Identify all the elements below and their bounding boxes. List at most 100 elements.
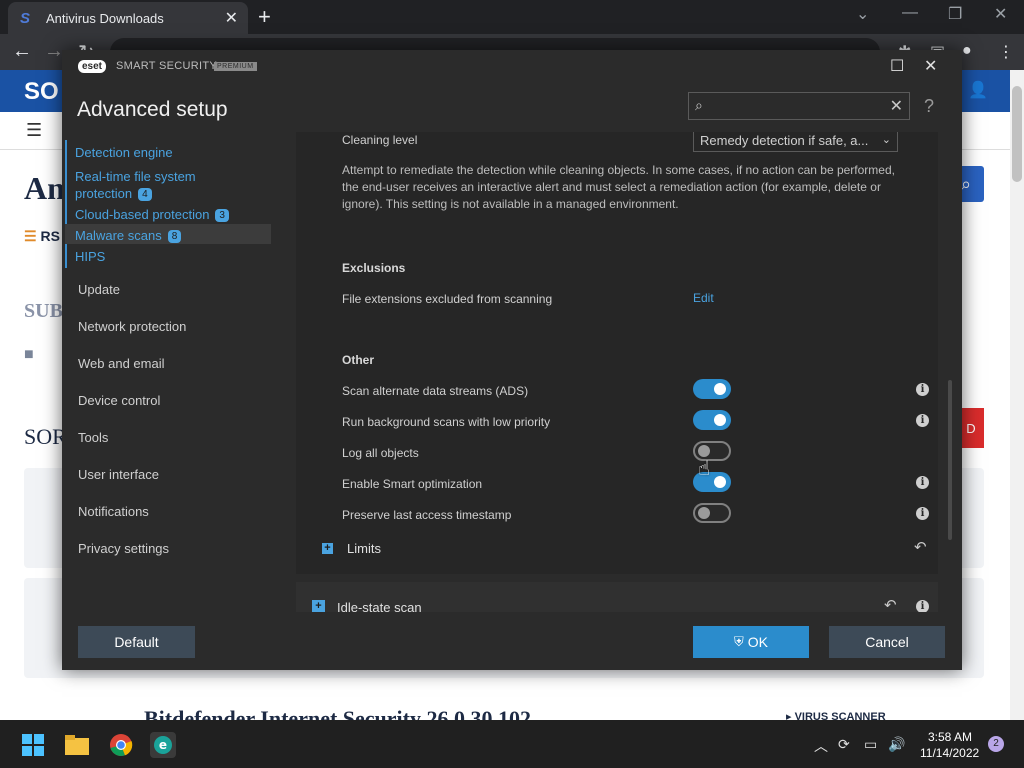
page-scrollbar-thumb[interactable] [1012, 86, 1022, 182]
scan-ads-toggle[interactable] [693, 379, 731, 399]
info-icon[interactable]: i [916, 476, 929, 489]
search-icon: ⌕ [695, 97, 703, 113]
tab-title: Antivirus Downloads [46, 10, 164, 26]
sync-icon[interactable]: ⟳ [838, 736, 850, 753]
sidebar-item-notifications[interactable]: Notifications [78, 504, 149, 519]
sidebar-item-malware-scans[interactable]: Malware scans 8 [75, 227, 182, 244]
back-icon[interactable]: ← [12, 40, 32, 63]
settings-content: Cleaning level Remedy detection if safe,… [296, 132, 938, 612]
svg-text:e: e [159, 738, 167, 752]
site-user-icon[interactable]: 👤 [968, 80, 988, 100]
toggle-knob [714, 476, 726, 488]
cleaning-level-label: Cleaning level [342, 133, 418, 147]
revert-icon[interactable]: ↶ [914, 538, 927, 556]
site-favicon-icon: S [20, 10, 31, 27]
sidebar-item-network-protection[interactable]: Network protection [78, 319, 186, 334]
malware-scans-panel: Cleaning level Remedy detection if safe,… [296, 132, 938, 574]
info-icon[interactable]: i [916, 507, 929, 520]
toggle-knob [714, 383, 726, 395]
option-label: Scan alternate data streams (ADS) [342, 384, 529, 398]
option-label: Preserve last access timestamp [342, 508, 512, 522]
exclusions-heading: Exclusions [342, 261, 406, 275]
new-tab-button[interactable]: + [258, 4, 271, 30]
menu-dots-icon[interactable]: ⋮ [998, 42, 1014, 62]
minimize-icon[interactable]: — [902, 4, 918, 22]
restore-icon[interactable]: ❐ [948, 4, 962, 24]
sidebar-item-detection-engine[interactable]: Detection engine [75, 144, 173, 161]
sidebar-item-cloud-protection[interactable]: Cloud-based protection 3 [75, 206, 229, 223]
maximize-icon[interactable]: ☐ [890, 56, 904, 76]
site-sub-heading: SUB [24, 300, 63, 322]
toggle-knob [698, 507, 710, 519]
cleaning-level-value: Remedy detection if safe, a... [700, 133, 869, 148]
sidebar-item-update[interactable]: Update [78, 282, 120, 297]
site-page-title: An [24, 170, 65, 206]
sidebar-item-tools[interactable]: Tools [78, 430, 108, 445]
site-menu-icon[interactable]: ☰ [26, 120, 42, 141]
sidebar-item-hips[interactable]: HIPS [75, 248, 105, 265]
preserve-timestamp-toggle[interactable] [693, 503, 731, 523]
browser-tab-antivirus-downloads[interactable]: S Antivirus Downloads ✕ [8, 2, 248, 34]
count-badge: 4 [138, 188, 152, 202]
cleaning-level-select[interactable]: Remedy detection if safe, a... ⌄ [693, 132, 898, 152]
tab-search-chevron-icon[interactable]: ⌄ [856, 4, 869, 24]
mouse-pointer-icon: ☝ [698, 458, 711, 480]
windows-taskbar: e ︿ ⟳ ▭ 🔊 3:58 AM 11/14/2022 2 [0, 720, 1024, 768]
edit-exclusions-link[interactable]: Edit [693, 291, 714, 305]
site-folder-icon: ■ [24, 346, 34, 363]
settings-sidebar: Detection engine Real-time file system p… [62, 132, 282, 612]
dialog-footer: Default ⛨ OK Cancel [62, 612, 962, 670]
site-sor-heading: SOR [24, 424, 67, 449]
close-dialog-icon[interactable]: ✕ [924, 56, 937, 76]
ok-label: OK [747, 634, 768, 650]
ok-button[interactable]: ⛨ OK [693, 626, 809, 658]
tab-close-icon[interactable]: ✕ [225, 8, 238, 28]
forward-icon[interactable]: → [44, 40, 64, 63]
info-icon[interactable]: i [916, 383, 929, 396]
file-explorer-icon[interactable] [64, 732, 90, 758]
dialog-titlebar[interactable]: eset SMART SECURITY PREMIUM ☐ ✕ [62, 50, 962, 82]
close-window-icon[interactable]: ✕ [994, 4, 1007, 24]
other-heading: Other [342, 353, 375, 367]
clear-search-icon[interactable]: ✕ [890, 96, 903, 116]
limits-section[interactable]: Limits [347, 541, 381, 556]
count-badge: 3 [215, 209, 229, 223]
sidebar-item-user-interface[interactable]: User interface [78, 467, 159, 482]
sidebar-item-label: protection [75, 186, 133, 201]
site-logo[interactable]: SO [24, 78, 59, 106]
eset-logo: eset [78, 60, 107, 73]
clock-date[interactable]: 11/14/2022 [920, 746, 979, 760]
default-button[interactable]: Default [78, 626, 195, 658]
count-badge: 8 [167, 230, 182, 244]
sidebar-item-web-and-email[interactable]: Web and email [78, 356, 164, 371]
windows-start-icon[interactable] [20, 732, 46, 758]
cancel-button[interactable]: Cancel [829, 626, 945, 658]
sidebar-item-realtime-protection[interactable]: Real-time file system protection 4 [75, 168, 196, 202]
eset-taskbar-icon[interactable]: e [150, 732, 176, 758]
clock-time[interactable]: 3:58 AM [928, 730, 972, 744]
search-input[interactable] [715, 96, 885, 116]
tray-chevron-icon[interactable]: ︿ [814, 736, 828, 756]
chevron-down-icon: ⌄ [881, 134, 891, 146]
network-icon[interactable]: ▭ [864, 736, 877, 753]
volume-icon[interactable]: 🔊 [888, 736, 905, 753]
notification-badge[interactable]: 2 [988, 736, 1004, 752]
chrome-icon[interactable] [108, 732, 134, 758]
low-priority-toggle[interactable] [693, 410, 731, 430]
option-label: Run background scans with low priority [342, 415, 551, 429]
browser-tab-bar: S Antivirus Downloads ✕ + ⌄ — ❐ ✕ [0, 0, 1024, 34]
sidebar-item-device-control[interactable]: Device control [78, 393, 160, 408]
excluded-extensions-label: File extensions excluded from scanning [342, 292, 553, 306]
info-icon[interactable]: i [916, 414, 929, 427]
profile-icon[interactable]: ● [962, 42, 972, 60]
eset-advanced-setup-dialog: eset SMART SECURITY PREMIUM ☐ ✕ Advanced… [62, 50, 962, 670]
settings-search[interactable]: ⌕ ✕ [688, 92, 910, 120]
expand-plus-icon[interactable]: + [322, 543, 333, 554]
site-rss-link[interactable]: ☰ RS [24, 228, 60, 245]
sidebar-item-label: Real-time file system [75, 169, 196, 184]
help-icon[interactable]: ? [924, 96, 934, 117]
sidebar-item-label: Cloud-based protection [75, 207, 210, 222]
content-scrollbar[interactable] [948, 380, 952, 540]
shield-icon: ⛨ [734, 634, 744, 649]
sidebar-item-privacy-settings[interactable]: Privacy settings [78, 541, 169, 556]
